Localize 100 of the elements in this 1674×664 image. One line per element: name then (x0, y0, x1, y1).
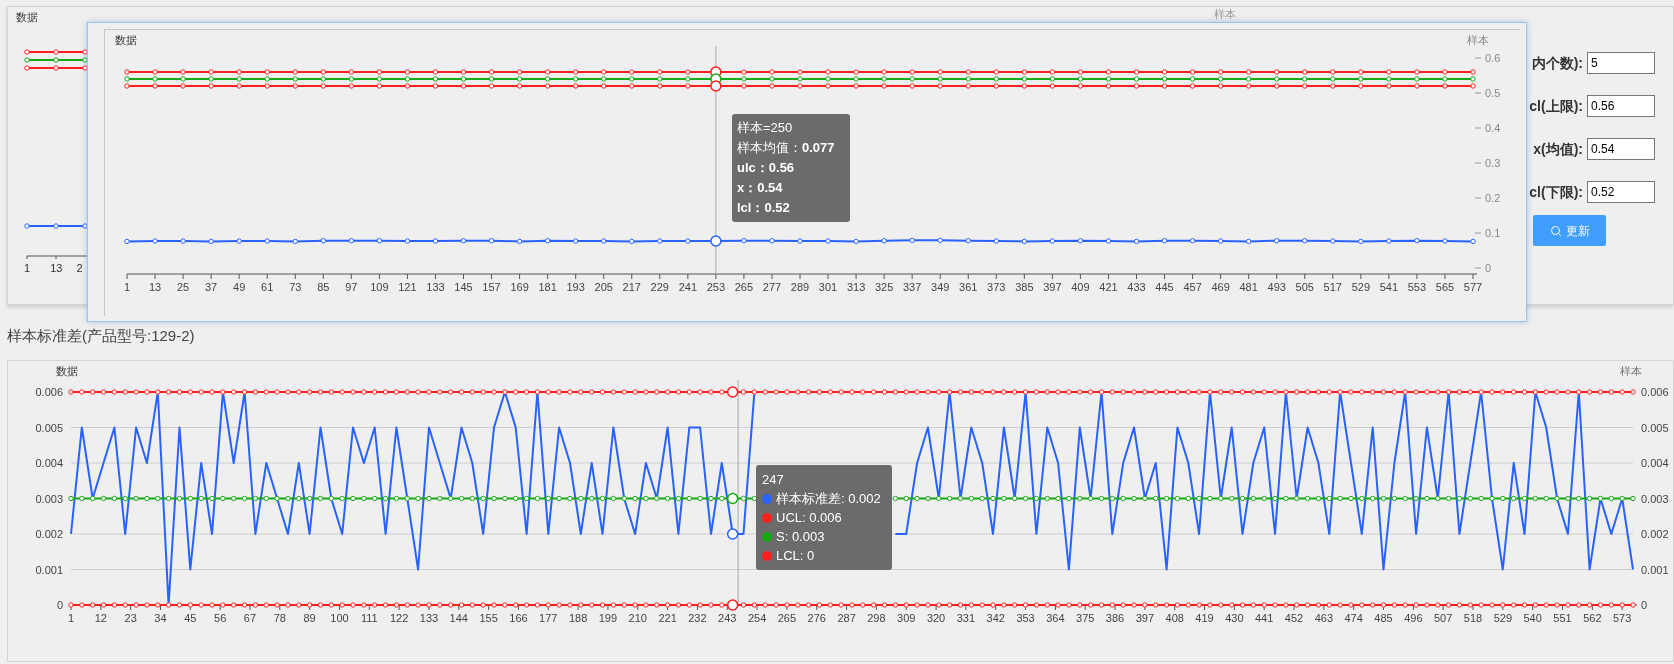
axis-label: 157 (482, 281, 501, 293)
axis-label: 577 (1463, 281, 1483, 293)
axis-label: 241 (678, 281, 697, 293)
axis-label: 0 (1641, 599, 1648, 611)
axis-label: 518 (1463, 612, 1483, 624)
tooltip-text: 样本均值：0.077 (737, 139, 835, 157)
axis-label: 0.3 (1485, 157, 1501, 169)
axis-label: 23 (124, 612, 137, 624)
axis-label: 1 (67, 612, 75, 624)
tooltip-text: ulc：0.56 (737, 159, 795, 177)
axis-label: 121 (398, 281, 417, 293)
axis-title: 样本 (1620, 365, 1642, 377)
axis-label: 12 (94, 612, 107, 624)
field-label: cl(下限): (1529, 182, 1583, 202)
axis-label: 565 (1435, 281, 1455, 293)
axis-label: 1 (123, 281, 131, 293)
axis-label: 144 (449, 612, 468, 624)
axis-label: 145 (454, 281, 473, 293)
axis-label: 199 (598, 612, 618, 624)
axis-label: 37 (205, 281, 218, 293)
axis-label: 0.002 (1641, 528, 1669, 540)
section-title: 样本标准差(产品型号:129-2) (7, 326, 195, 346)
axis-label: 463 (1314, 612, 1334, 624)
axis-label: 309 (897, 612, 916, 624)
axis-label: 0.004 (35, 457, 63, 469)
axis-label: 385 (1015, 281, 1034, 293)
axis-label: 254 (747, 612, 767, 624)
axis-label: 181 (538, 281, 557, 293)
axis-title: 样本 (1214, 8, 1236, 21)
axis-label: 276 (807, 612, 826, 624)
axis-label: 430 (1225, 612, 1244, 624)
axis-label: 298 (867, 612, 886, 624)
axis-label: 61 (261, 281, 274, 293)
axis-label: 313 (846, 281, 866, 293)
axis-label: 217 (622, 281, 641, 293)
tooltip-text: UCL: 0.006 (776, 509, 842, 527)
axis-label: 232 (688, 612, 707, 624)
axis-label: 0.2 (1485, 192, 1501, 204)
axis-label: 193 (566, 281, 585, 293)
axis-label: 353 (1016, 612, 1035, 624)
axis-label: 337 (903, 281, 922, 293)
axis-label: 331 (956, 612, 976, 624)
axis-label: 1 (24, 261, 31, 275)
axis-label: 0.6 (1485, 52, 1501, 64)
field-label: cl(上限): (1529, 96, 1583, 116)
axis-label: 2 (76, 261, 83, 275)
axis-label: 45 (184, 612, 197, 624)
axis-label: 397 (1135, 612, 1155, 624)
axis-label: 433 (1127, 281, 1146, 293)
field-label: x(均值): (1533, 139, 1583, 159)
axis-label: 0.5 (1485, 87, 1501, 99)
axis-label: 188 (568, 612, 588, 624)
axis-label: 97 (345, 281, 358, 293)
axis-title: 数据 (115, 34, 137, 46)
axis-label: 540 (1523, 612, 1542, 624)
axis-label: 507 (1434, 612, 1453, 624)
tooltip-text: x：0.54 (737, 179, 783, 197)
axis-label: 89 (303, 612, 316, 624)
axis-label: 325 (874, 281, 894, 293)
axis-label: 361 (959, 281, 978, 293)
axis-label: 289 (790, 281, 810, 293)
tooltip-text: 样本标准差: 0.002 (776, 490, 881, 508)
axis-label: 529 (1351, 281, 1370, 293)
axis-label: 409 (1071, 281, 1090, 293)
axis-label: 397 (1043, 281, 1062, 293)
axis-label: 287 (837, 612, 856, 624)
axis-label: 100 (330, 612, 349, 624)
axis-label: 109 (370, 281, 389, 293)
axis-label: 408 (1165, 612, 1184, 624)
axis-label: 0.001 (1641, 563, 1669, 576)
axis-label: 169 (510, 281, 529, 293)
axis-label: 177 (539, 612, 558, 624)
axis-label: 301 (818, 281, 838, 293)
axis-label: 133 (419, 612, 439, 624)
axis-label: 13 (148, 281, 162, 293)
axis-label: 277 (762, 281, 782, 293)
tooltip-text: S: 0.003 (776, 528, 825, 546)
tooltip-text: lcl：0.52 (737, 199, 790, 217)
axis-label: 265 (734, 281, 754, 293)
axis-label: 210 (628, 612, 647, 624)
axis-label: 133 (426, 281, 445, 293)
axis-label: 0 (56, 599, 63, 611)
axis-label: 0.001 (35, 563, 63, 576)
axis-label: 517 (1323, 281, 1342, 293)
axis-label: 0 (1485, 262, 1492, 274)
axis-label: 253 (706, 281, 726, 293)
axis-label: 111 (360, 612, 378, 624)
axis-label: 551 (1553, 612, 1572, 624)
axis-label: 342 (986, 612, 1005, 624)
axis-label: 493 (1267, 281, 1286, 293)
axis-label: 0.006 (1641, 386, 1669, 398)
axis-label: 562 (1583, 612, 1602, 624)
axis-label: 13 (50, 261, 63, 275)
tooltip-text: LCL: 0 (776, 547, 815, 565)
tooltip-title: 247 (762, 471, 784, 489)
axis-label: 349 (931, 281, 950, 293)
field-label: 内个数): (1531, 53, 1583, 73)
axis-label: 485 (1374, 612, 1393, 624)
axis-label: 67 (243, 612, 257, 624)
axis-label: 0.003 (1641, 492, 1669, 505)
